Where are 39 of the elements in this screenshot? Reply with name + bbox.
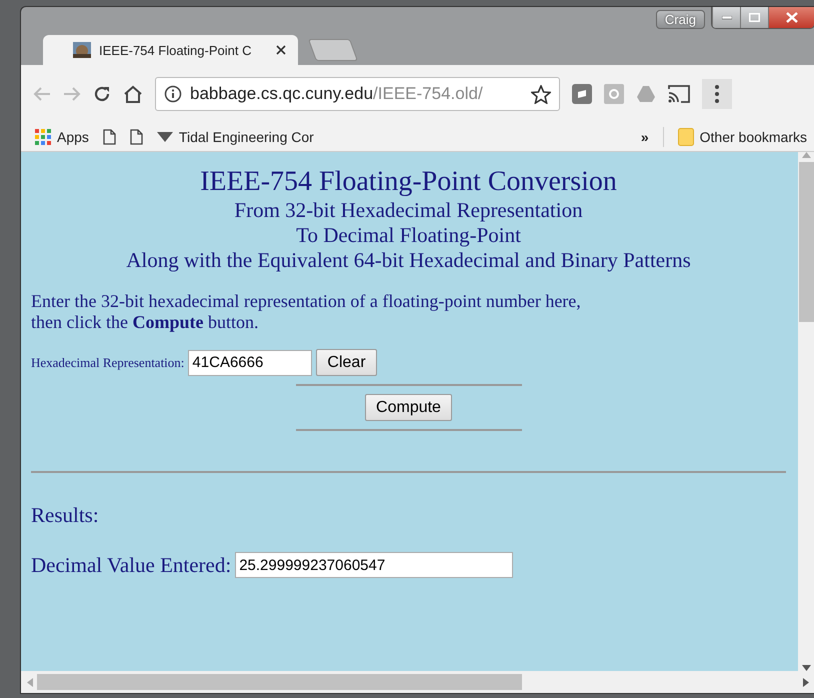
apps-bookmark[interactable]: Apps bbox=[35, 129, 89, 145]
address-bar[interactable]: babbage.cs.qc.cuny.edu/IEEE-754.old/ bbox=[155, 77, 560, 111]
page-subtitle: From 32-bit Hexadecimal Representation bbox=[233, 198, 584, 223]
cast-icon[interactable] bbox=[668, 85, 690, 103]
extension-icon[interactable] bbox=[572, 84, 592, 104]
browser-tab[interactable]: IEEE-754 Floating-Point C bbox=[43, 35, 298, 65]
hex-input[interactable]: 41CA6666 bbox=[188, 350, 312, 376]
vertical-scrollbar[interactable] bbox=[798, 152, 814, 671]
compute-button[interactable]: Compute bbox=[365, 394, 452, 421]
more-bookmarks-button[interactable]: » bbox=[640, 129, 649, 145]
reload-icon[interactable] bbox=[93, 85, 111, 103]
decimal-label: Decimal Value Entered: bbox=[31, 552, 232, 578]
close-button[interactable] bbox=[768, 7, 814, 28]
home-icon[interactable] bbox=[123, 85, 143, 103]
page-title: IEEE-754 Floating-Point Conversion bbox=[199, 166, 618, 198]
apps-grid-icon bbox=[35, 129, 51, 145]
maximize-icon bbox=[749, 13, 760, 22]
star-icon[interactable] bbox=[531, 84, 551, 104]
page-subtitle: To Decimal Floating-Point bbox=[295, 223, 522, 248]
decimal-input[interactable]: 25.299999237060547 bbox=[235, 552, 514, 578]
file-icon[interactable] bbox=[130, 129, 143, 145]
results-heading: Results: bbox=[31, 503, 100, 528]
file-icon[interactable] bbox=[102, 129, 116, 145]
maximize-button[interactable] bbox=[740, 7, 768, 28]
scroll-right-icon[interactable] bbox=[803, 678, 809, 686]
other-bookmarks-folder[interactable]: Other bookmarks bbox=[678, 128, 807, 146]
tidal-bookmark[interactable]: Tidal Engineering Cor bbox=[156, 129, 314, 145]
clear-button[interactable]: Clear bbox=[316, 349, 377, 376]
instructions: Enter the 32-bit hexadecimal representation of a floating-point number here, then click the Compute button. bbox=[31, 291, 582, 333]
minimize-icon bbox=[722, 16, 732, 20]
menu-icon[interactable] bbox=[702, 79, 732, 109]
folder-icon bbox=[678, 128, 694, 146]
page-subtitle: Along with the Equivalent 64-bit Hexadecimal and Binary Patterns bbox=[125, 248, 692, 273]
close-icon[interactable] bbox=[276, 45, 286, 55]
info-icon[interactable] bbox=[164, 85, 182, 103]
horizontal-scrollbar[interactable] bbox=[21, 671, 814, 693]
minimize-button[interactable] bbox=[712, 7, 740, 28]
close-icon bbox=[786, 12, 798, 23]
hex-label: Hexadecimal Representation: bbox=[31, 354, 184, 370]
